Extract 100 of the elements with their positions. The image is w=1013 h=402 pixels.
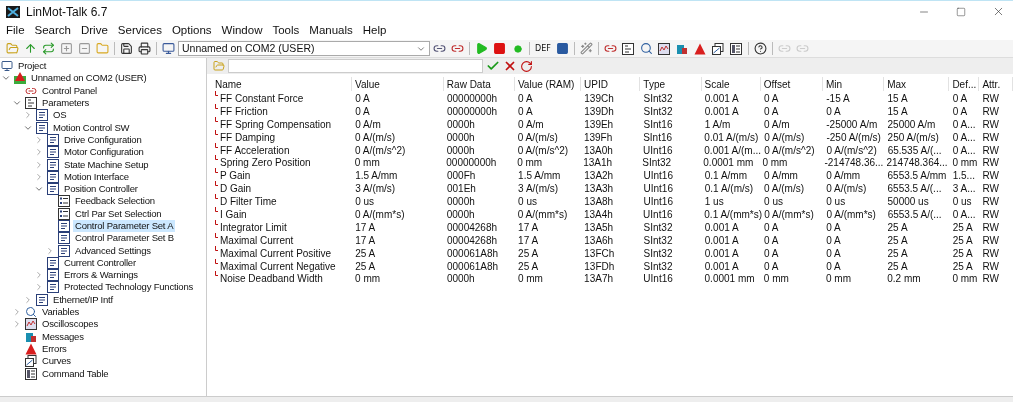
tree-item[interactable]: Control Parameter Set A: [73, 220, 176, 232]
table-cell-text: 0 A/(m/s): [826, 182, 867, 197]
expand-chevron-icon[interactable]: [45, 245, 55, 256]
tree-item[interactable]: Control Parameter Set B: [73, 232, 176, 245]
tree-item[interactable]: Feedback Selection: [73, 195, 157, 208]
table-cell-text: 0 A: [826, 233, 841, 248]
tree-item[interactable]: Motion Interface: [62, 170, 131, 183]
menu-item[interactable]: File: [6, 22, 25, 40]
tree-item[interactable]: Current Controller: [62, 256, 138, 269]
tree-item[interactable]: Command Table: [40, 367, 111, 380]
table-icon[interactable]: [727, 40, 745, 57]
column-header[interactable]: Def...: [949, 77, 980, 91]
close-icon[interactable]: [992, 5, 1005, 18]
expand-chevron-icon[interactable]: [12, 319, 22, 330]
table-cell-text: 139Fh: [583, 130, 613, 145]
tree-item[interactable]: Advanced Settings: [73, 244, 153, 257]
menu-item[interactable]: Tools: [272, 22, 300, 40]
menu-item[interactable]: Search: [34, 22, 71, 40]
table-cell-text: 0 mm: [952, 156, 978, 171]
table-cell-text: 25 A: [887, 220, 908, 235]
collapse-all-icon[interactable]: [76, 40, 93, 57]
curves-icon[interactable]: [709, 40, 727, 57]
column-header[interactable]: Value: [352, 77, 444, 91]
selection-list-icon: [58, 195, 70, 208]
list-icon: [47, 281, 59, 294]
help-icon[interactable]: [751, 40, 769, 57]
expand-chevron-icon[interactable]: [34, 159, 44, 170]
tree-item[interactable]: Messages: [40, 330, 86, 343]
expand-chevron-icon[interactable]: [34, 134, 44, 145]
tree-item[interactable]: Protected Technology Functions: [62, 281, 196, 294]
table-cell-text: SInt32: [643, 91, 673, 106]
table-cell-text: 0 A/(m/s^2): [764, 143, 815, 158]
menu-item[interactable]: Help: [362, 22, 387, 40]
column-header[interactable]: UPID: [581, 77, 641, 91]
wand-icon[interactable]: [577, 40, 595, 57]
table-cell-text: RW: [982, 182, 999, 197]
tree-item[interactable]: State Machine Setup: [62, 158, 151, 171]
column-header[interactable]: Name: [212, 77, 353, 91]
expand-chevron-icon[interactable]: [34, 282, 44, 293]
table-cell-text: 25 A: [887, 246, 908, 261]
device-dropdown[interactable]: Unnamed on COM2 (USER): [178, 41, 430, 56]
column-header[interactable]: Value (RAM): [514, 77, 582, 91]
oscilloscope-icon[interactable]: [655, 40, 673, 57]
column-header[interactable]: Attr.: [979, 77, 1013, 91]
column-header[interactable]: Scale: [701, 77, 761, 91]
tree-item[interactable]: Errors: [40, 342, 69, 355]
column-header[interactable]: Min: [823, 77, 885, 91]
table-cell-text: 1 us: [704, 195, 724, 210]
save-icon[interactable]: [118, 40, 135, 57]
menu-item[interactable]: Drive: [80, 22, 108, 40]
parameters-icon[interactable]: [619, 40, 637, 57]
expand-chevron-icon[interactable]: [23, 110, 33, 121]
tree-item[interactable]: Ethernet/IP Intf: [51, 293, 115, 306]
expand-chevron-icon[interactable]: [34, 171, 44, 182]
tree-item[interactable]: Control Panel: [40, 84, 99, 97]
expand-chevron-icon[interactable]: [34, 147, 44, 158]
maximize-icon[interactable]: [956, 6, 966, 17]
column-header[interactable]: Raw Data: [443, 77, 515, 91]
tree-item[interactable]: Oscilloscopes: [40, 318, 100, 331]
menu-item[interactable]: Services: [117, 22, 162, 40]
refresh-icon[interactable]: [40, 40, 57, 57]
expand-all-icon[interactable]: [58, 40, 75, 57]
tree-item[interactable]: Variables: [40, 306, 82, 319]
warning-icon: [25, 342, 37, 355]
close-icon[interactable]: [503, 59, 517, 73]
list-icon: [58, 220, 70, 232]
tree-item[interactable]: Parameters: [40, 97, 92, 110]
table-cell-text: 139Eh: [584, 117, 614, 132]
menu-item[interactable]: Manuals: [309, 22, 353, 40]
tree-item[interactable]: Position Controller: [62, 183, 140, 196]
tree-item[interactable]: Ctrl Par Set Selection: [73, 207, 164, 220]
table-cell-text: 0 mm: [763, 272, 789, 287]
printer-icon[interactable]: [136, 40, 153, 57]
expand-chevron-icon[interactable]: [23, 294, 33, 305]
table-cell-text: SInt32: [643, 246, 673, 261]
column-header[interactable]: Max: [884, 77, 950, 91]
expand-chevron-icon[interactable]: [34, 270, 44, 281]
tree-item[interactable]: Unnamed on COM2 (USER): [29, 72, 149, 85]
stop-icon[interactable]: [491, 40, 508, 57]
selection-list-icon: [58, 207, 70, 220]
tree-item[interactable]: OS: [51, 109, 69, 122]
table-cell-text: 17 A: [518, 233, 539, 248]
tree-item[interactable]: Curves: [40, 355, 73, 368]
column-header[interactable]: Type: [640, 77, 702, 91]
parameters-icon: [25, 97, 37, 110]
tree-item[interactable]: Project: [16, 59, 49, 74]
menu-item[interactable]: Options: [171, 22, 212, 40]
tree-item[interactable]: Motion Control SW: [51, 121, 132, 134]
table-cell-text: UInt16: [643, 195, 673, 210]
reset-icon[interactable]: [520, 59, 533, 73]
table-cell-text: 0000h: [446, 143, 475, 158]
tree-item[interactable]: Errors & Warnings: [62, 269, 140, 282]
tree-item[interactable]: Motor Configuration: [62, 146, 146, 159]
def-button[interactable]: DEF: [533, 41, 553, 56]
column-header[interactable]: Offset: [760, 77, 823, 91]
value-input-field[interactable]: [228, 59, 483, 73]
tree-item[interactable]: Drive Configuration: [62, 133, 144, 146]
expand-chevron-icon[interactable]: [12, 307, 22, 318]
check-icon[interactable]: [486, 59, 500, 73]
menu-item[interactable]: Window: [221, 22, 263, 40]
